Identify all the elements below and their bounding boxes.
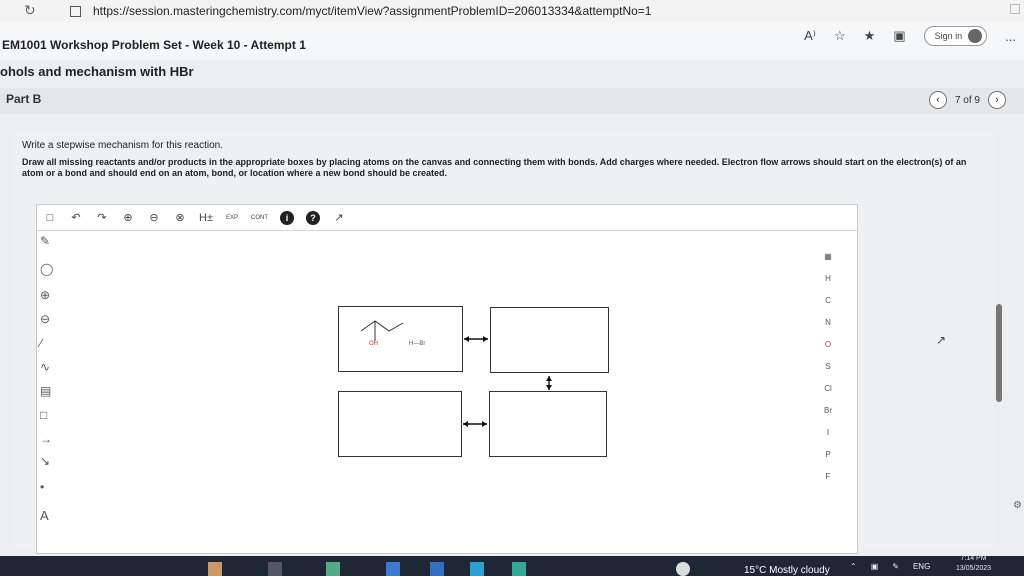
part-label: Part B bbox=[6, 92, 42, 106]
mechanism-box-reactants[interactable]: OH H—Br bbox=[338, 306, 463, 372]
reaction-arrow-1 bbox=[464, 336, 488, 342]
instruction-line-2: Draw all missing reactants and/or produc… bbox=[22, 157, 967, 178]
reload-icon[interactable]: ↻ bbox=[24, 2, 36, 19]
network-icon[interactable]: ▣ bbox=[871, 562, 879, 571]
contract-button[interactable]: CONT bbox=[251, 210, 268, 226]
weather-icon bbox=[676, 562, 690, 576]
collections-icon[interactable]: ▣ bbox=[893, 28, 905, 44]
expand-button[interactable]: EXP bbox=[225, 210, 239, 226]
favorites-icon[interactable]: ★ bbox=[864, 28, 876, 44]
mechanism-box-step2[interactable] bbox=[489, 391, 607, 457]
chevron-up-icon[interactable]: ⌃ bbox=[850, 562, 857, 571]
atom-c[interactable]: C bbox=[820, 296, 836, 318]
favorite-add-icon[interactable]: ☆ bbox=[834, 28, 846, 44]
prev-part-button[interactable]: ‹ bbox=[928, 91, 947, 109]
clock-time: 7:14 PM bbox=[960, 555, 987, 562]
chain-tool-icon[interactable]: ∿ bbox=[40, 360, 50, 374]
atom-br[interactable]: Br bbox=[820, 406, 836, 428]
info-icon[interactable]: i bbox=[280, 210, 294, 225]
atom-n[interactable]: N bbox=[820, 318, 836, 340]
template-tool-icon[interactable]: ▤ bbox=[40, 384, 51, 398]
hbr-label: H—Br bbox=[409, 341, 426, 347]
next-part-button[interactable]: › bbox=[988, 91, 1006, 109]
browser-toolbar: A⁾ ☆ ★ ▣ Sign in ... bbox=[804, 26, 1016, 46]
zoom-reset-icon[interactable]: ⊗ bbox=[173, 210, 187, 226]
atom-h[interactable]: H bbox=[820, 274, 836, 296]
language-indicator[interactable]: ENG bbox=[913, 562, 930, 571]
address-bar[interactable]: ↻ https://session.masteringchemistry.com… bbox=[0, 0, 1024, 22]
atom-f[interactable]: F bbox=[820, 472, 836, 494]
read-aloud-icon[interactable]: A⁾ bbox=[804, 28, 816, 44]
atom-palette: ▦ H C N O S Cl Br I P F bbox=[820, 252, 836, 494]
app-icon-3[interactable] bbox=[326, 562, 340, 576]
undo-icon[interactable]: ↶ bbox=[69, 210, 83, 226]
sketcher-left-tools: ✎ ◯ ⊕ ⊖ ∕ ∿ ▤ □ → ↘ • A bbox=[36, 232, 66, 542]
assignment-title: EM1001 Workshop Problem Set - Week 10 - … bbox=[2, 38, 306, 52]
mechanism-box-step3[interactable] bbox=[338, 391, 462, 457]
atom-cl[interactable]: Cl bbox=[820, 384, 836, 406]
mechanism-sketcher[interactable]: □ ↶ ↷ ⊕ ⊖ ⊗ H± EXP CONT i ? ↗ bbox=[36, 204, 858, 554]
mechanism-box-step1-product[interactable] bbox=[490, 307, 609, 373]
app-icon-5[interactable] bbox=[430, 562, 444, 576]
zoom-out-icon[interactable]: ⊖ bbox=[147, 210, 161, 226]
text-tool-icon[interactable]: A bbox=[40, 508, 49, 523]
sketcher-toolbar: □ ↶ ↷ ⊕ ⊖ ⊗ H± EXP CONT i ? ↗ bbox=[37, 205, 857, 231]
eraser-icon[interactable]: ◯ bbox=[40, 262, 53, 276]
new-document-icon[interactable]: □ bbox=[43, 210, 57, 226]
electron-arrow-icon[interactable]: ↘ bbox=[40, 454, 50, 468]
window-control-icon[interactable] bbox=[1010, 4, 1020, 14]
instruction-line-1: Write a stepwise mechanism for this reac… bbox=[22, 140, 224, 151]
box-tool-icon[interactable]: □ bbox=[40, 408, 47, 422]
pager: ‹ 7 of 9 › bbox=[928, 91, 1006, 109]
atom-p[interactable]: P bbox=[820, 450, 836, 472]
reaction-arrow-icon[interactable]: → bbox=[40, 432, 52, 446]
page-scrollbar[interactable] bbox=[996, 304, 1002, 402]
periodic-table-icon[interactable]: ▦ bbox=[820, 252, 836, 274]
app-icon-4[interactable] bbox=[386, 562, 400, 576]
app-icon-2[interactable] bbox=[268, 562, 282, 576]
sign-in-button[interactable]: Sign in bbox=[923, 26, 988, 46]
positive-charge-icon[interactable]: ⊕ bbox=[40, 288, 50, 302]
mouse-cursor-icon: ↗ bbox=[936, 333, 947, 347]
atom-i[interactable]: I bbox=[820, 428, 836, 450]
reactant-structure bbox=[360, 320, 404, 341]
atom-o[interactable]: O bbox=[820, 340, 836, 362]
select-tool-icon[interactable]: ✎ bbox=[40, 234, 50, 248]
reaction-arrow-2 bbox=[546, 376, 552, 390]
more-menu-button[interactable]: ... bbox=[1005, 29, 1016, 44]
zoom-in-icon[interactable]: ⊕ bbox=[121, 210, 135, 226]
sign-in-label: Sign in bbox=[934, 31, 963, 41]
help-icon[interactable]: ? bbox=[306, 210, 320, 225]
lone-pair-icon[interactable]: • bbox=[40, 480, 44, 494]
page-icon bbox=[70, 5, 81, 17]
avatar bbox=[968, 29, 983, 43]
reaction-arrow-3 bbox=[463, 421, 487, 427]
app-icon-6[interactable] bbox=[470, 562, 484, 576]
part-header[interactable]: Part B ‹ 7 of 9 › bbox=[0, 88, 1024, 114]
url-text[interactable]: https://session.masteringchemistry.com/m… bbox=[93, 4, 651, 18]
bond-tool-icon[interactable]: ∕ bbox=[40, 336, 42, 350]
negative-charge-icon[interactable]: ⊖ bbox=[40, 312, 50, 326]
system-tray: ⌃ ▣ ✎ ENG bbox=[850, 562, 930, 571]
hydroxyl-label: OH bbox=[369, 341, 378, 347]
pager-text: 7 of 9 bbox=[954, 94, 980, 106]
fullscreen-icon[interactable]: ↗ bbox=[332, 210, 346, 226]
redo-icon[interactable]: ↷ bbox=[95, 210, 109, 226]
pen-icon[interactable]: ✎ bbox=[892, 562, 899, 571]
atom-s[interactable]: S bbox=[820, 362, 836, 384]
hydrogen-toggle-button[interactable]: H± bbox=[199, 210, 213, 226]
app-icon-7[interactable] bbox=[512, 562, 526, 576]
clock-date: 13/05/2023 bbox=[956, 565, 992, 572]
clock[interactable]: 7:14 PM 13/05/2023 bbox=[956, 554, 991, 574]
sidebar-settings-icon[interactable]: ⚙ bbox=[1013, 500, 1022, 511]
app-icon-1[interactable] bbox=[208, 562, 222, 576]
problem-title: ohols and mechanism with HBr bbox=[0, 64, 194, 79]
weather-text[interactable]: 15°C Mostly cloudy bbox=[744, 565, 830, 576]
